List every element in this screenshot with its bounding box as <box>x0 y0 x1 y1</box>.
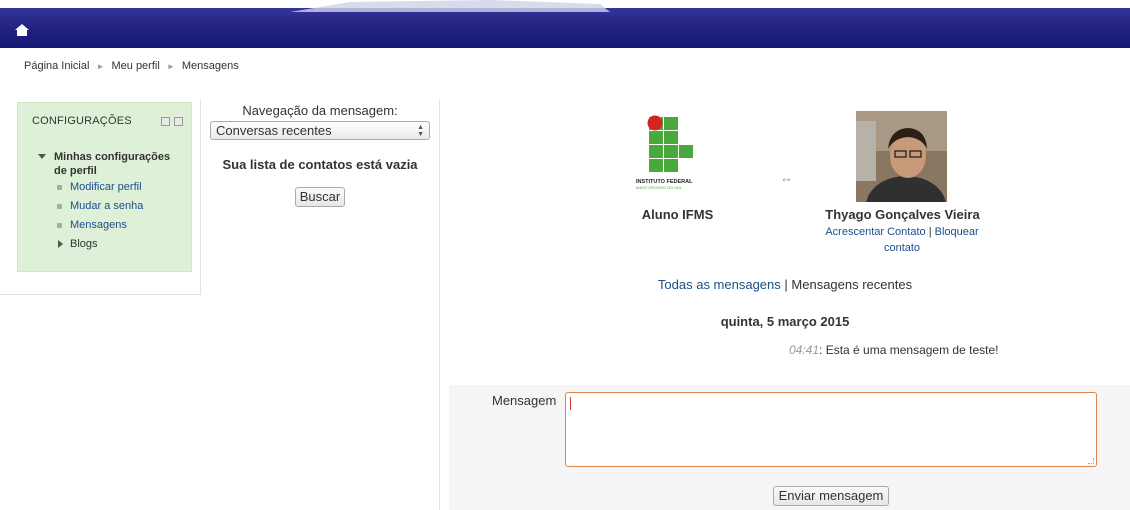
bullet-icon <box>57 185 62 190</box>
tree-item-label: Mudar a senha <box>70 200 144 212</box>
select-arrows-icon: ▲ ▼ <box>417 124 424 138</box>
block-controls <box>161 117 183 126</box>
institute-logo-icon: INSTITUTO FEDERAL MATO GROSSO DO SUL <box>636 115 693 190</box>
all-messages-link[interactable]: Todas as mensagens <box>658 277 781 292</box>
message-time: 04:41 <box>789 343 820 357</box>
ifms-logo: INSTITUTO FEDERAL MATO GROSSO DO SUL <box>633 109 723 201</box>
send-message-button[interactable]: Enviar mensagem <box>773 486 889 506</box>
avatar-photo <box>856 111 947 202</box>
breadcrumb-profile[interactable]: Meu perfil <box>111 60 159 72</box>
link-separator: | <box>928 226 932 238</box>
expand-arrow-icon <box>58 240 63 248</box>
conversation-arrow-icon: ↔ <box>780 170 793 185</box>
svg-text:MATO GROSSO DO SUL: MATO GROSSO DO SUL <box>636 185 683 190</box>
text-caret <box>570 397 571 410</box>
top-navbar <box>0 0 1130 48</box>
message-navigation-select[interactable]: Conversas recentes ▲ ▼ <box>210 121 430 140</box>
add-contact-link[interactable]: Acrescentar Contato <box>825 226 925 238</box>
message-text: : Esta é uma mensagem de teste! <box>819 343 999 357</box>
search-button[interactable]: Buscar <box>295 187 345 207</box>
message-item: 04:41: Esta é uma mensagem de teste! <box>789 343 998 357</box>
recent-messages-label: Mensagens recentes <box>791 277 913 292</box>
message-history-tabs: Todas as mensagens | Mensagens recentes <box>440 277 1130 292</box>
settings-tree: Minhas configurações de perfil Modificar… <box>36 150 186 254</box>
header-swoosh-decoration <box>290 0 610 12</box>
message-day-heading: quinta, 5 março 2015 <box>720 314 850 329</box>
contact-actions: Acrescentar Contato | Bloquear contato <box>812 224 992 256</box>
home-icon[interactable] <box>14 22 30 38</box>
empty-contacts-message: Sua lista de contatos está vazia <box>222 157 418 172</box>
bullet-icon <box>57 204 62 209</box>
breadcrumb-separator: ► <box>96 62 105 71</box>
breadcrumb-separator: ► <box>166 62 175 71</box>
tab-separator: | <box>784 277 788 292</box>
tree-item-edit-profile[interactable]: Modificar perfil <box>36 178 186 197</box>
message-navigation-title: Navegação da mensagem: <box>242 103 398 118</box>
dock-block-icon[interactable] <box>174 117 183 126</box>
select-value: Conversas recentes <box>216 123 332 138</box>
breadcrumb: Página Inicial ► Meu perfil ► Mensagens <box>24 60 239 72</box>
tree-item-label: Blogs <box>70 238 98 250</box>
breadcrumb-current: Mensagens <box>181 60 239 72</box>
minimize-block-icon[interactable] <box>161 117 170 126</box>
settings-block: CONFIGURAÇÕES Minhas configurações de pe… <box>17 102 192 272</box>
breadcrumb-home[interactable]: Página Inicial <box>24 60 89 72</box>
column-divider <box>200 100 201 295</box>
tree-item-blogs[interactable]: Blogs <box>36 235 186 254</box>
recipient-name: Thyago Gonçalves Vieira <box>825 207 980 222</box>
resize-grip-icon[interactable] <box>1088 458 1094 464</box>
sender-name: Aluno IFMS <box>641 207 714 222</box>
settings-block-title: CONFIGURAÇÕES <box>32 115 132 127</box>
bullet-icon <box>57 223 62 228</box>
column-divider <box>439 100 440 510</box>
column-divider <box>0 294 201 295</box>
tree-item-label: Mensagens <box>70 219 127 231</box>
tree-item-change-password[interactable]: Mudar a senha <box>36 197 186 216</box>
message-textarea[interactable] <box>565 392 1097 467</box>
message-field-label: Mensagem <box>492 393 557 408</box>
tree-item-messages[interactable]: Mensagens <box>36 216 186 235</box>
user-avatar <box>856 111 947 202</box>
tree-root-profile-settings[interactable]: Minhas configurações de perfil <box>36 150 186 178</box>
tree-item-label: Modificar perfil <box>70 181 142 193</box>
